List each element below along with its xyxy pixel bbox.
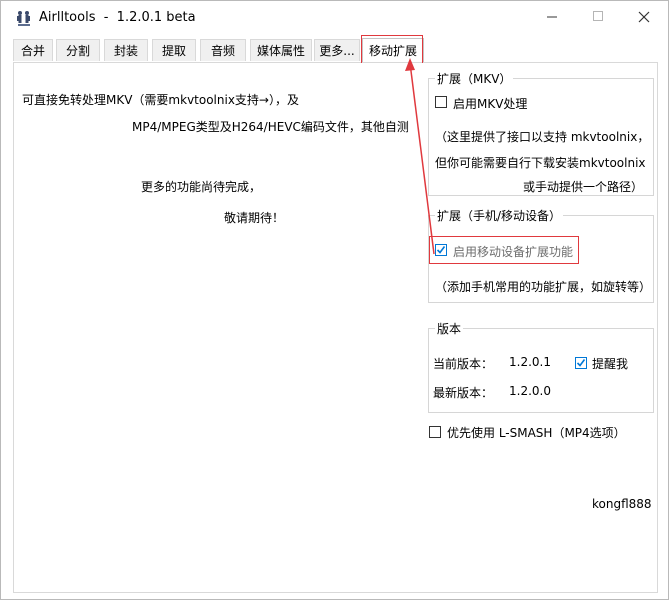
mobile-group-title: 扩展（手机/移动设备） bbox=[435, 207, 564, 224]
mkv-group-title: 扩展（MKV） bbox=[435, 70, 514, 87]
mkv-note-3: 或手动提供一个路径） bbox=[523, 180, 644, 194]
tab-more[interactable]: 更多... bbox=[314, 39, 360, 61]
close-button[interactable] bbox=[621, 1, 667, 35]
current-version-label: 当前版本： bbox=[433, 357, 494, 371]
latest-version-label: 最新版本： bbox=[433, 386, 494, 400]
annotation-highlight-checkbox bbox=[429, 236, 579, 264]
app-window: Airlltools - 1.2.0.1 beta 合并 分割 封装 提取 音频… bbox=[0, 0, 669, 600]
author-label: kongfl888 bbox=[592, 497, 652, 511]
version-group-title: 版本 bbox=[435, 320, 464, 337]
version-group: 版本 当前版本： 1.2.0.1 提醒我 最新版本： 1.2.0.0 bbox=[428, 320, 654, 413]
window-title: Airlltools - 1.2.0.1 beta bbox=[39, 10, 196, 25]
mkv-group: 扩展（MKV） 启用MKV处理 （这里提供了接口以支持 mkvtoolnix， … bbox=[428, 70, 654, 196]
tab-split[interactable]: 分割 bbox=[56, 39, 100, 61]
current-version-value: 1.2.0.1 bbox=[509, 355, 551, 369]
mkv-note-1: （这里提供了接口以支持 mkvtoolnix， bbox=[435, 130, 650, 144]
tab-audio[interactable]: 音频 bbox=[200, 39, 246, 61]
maximize-button[interactable] bbox=[575, 1, 621, 35]
minimize-icon bbox=[546, 11, 558, 25]
description-line-4: 敬请期待！ bbox=[224, 211, 285, 225]
mkv-note-2: 但你可能需要自行下载安装mkvtoolnix bbox=[435, 156, 646, 170]
enable-mkv-label[interactable]: 启用MKV处理 bbox=[453, 95, 527, 112]
tab-media-info[interactable]: 媒体属性 bbox=[250, 39, 312, 61]
title-bar[interactable]: Airlltools - 1.2.0.1 beta bbox=[1, 1, 668, 35]
minimize-button[interactable] bbox=[529, 1, 575, 35]
tab-package[interactable]: 封装 bbox=[104, 39, 148, 61]
tab-content-panel: 可直接免转处理MKV（需要mkvtoolnix支持→），及 MP4/MPEG类型… bbox=[13, 63, 658, 593]
checkmark-icon bbox=[576, 359, 586, 367]
latest-version-value: 1.2.0.0 bbox=[509, 384, 551, 398]
description-line-2: MP4/MPEG类型及H264/HEVC编码文件，其他自测 bbox=[132, 120, 409, 134]
maximize-icon bbox=[592, 11, 604, 25]
description-line-3: 更多的功能尚待完成， bbox=[141, 180, 262, 194]
description-line-1: 可直接免转处理MKV（需要mkvtoolnix支持→），及 bbox=[22, 93, 299, 107]
tab-extract[interactable]: 提取 bbox=[152, 39, 196, 61]
app-figures-icon bbox=[15, 10, 33, 28]
enable-mkv-checkbox[interactable] bbox=[435, 96, 447, 108]
lsmash-label[interactable]: 优先使用 L-SMASH（MP4选项） bbox=[447, 424, 626, 441]
remind-me-label[interactable]: 提醒我 bbox=[592, 355, 628, 372]
tab-bar: 合并 分割 封装 提取 音频 媒体属性 更多... 移动扩展 bbox=[13, 38, 658, 63]
tab-merge[interactable]: 合并 bbox=[13, 39, 53, 61]
remind-me-checkbox[interactable] bbox=[575, 357, 587, 369]
mobile-note: （添加手机常用的功能扩展，如旋转等） bbox=[435, 280, 652, 294]
close-icon bbox=[638, 11, 650, 26]
lsmash-checkbox[interactable] bbox=[429, 426, 441, 438]
annotation-highlight-tab bbox=[361, 35, 423, 64]
